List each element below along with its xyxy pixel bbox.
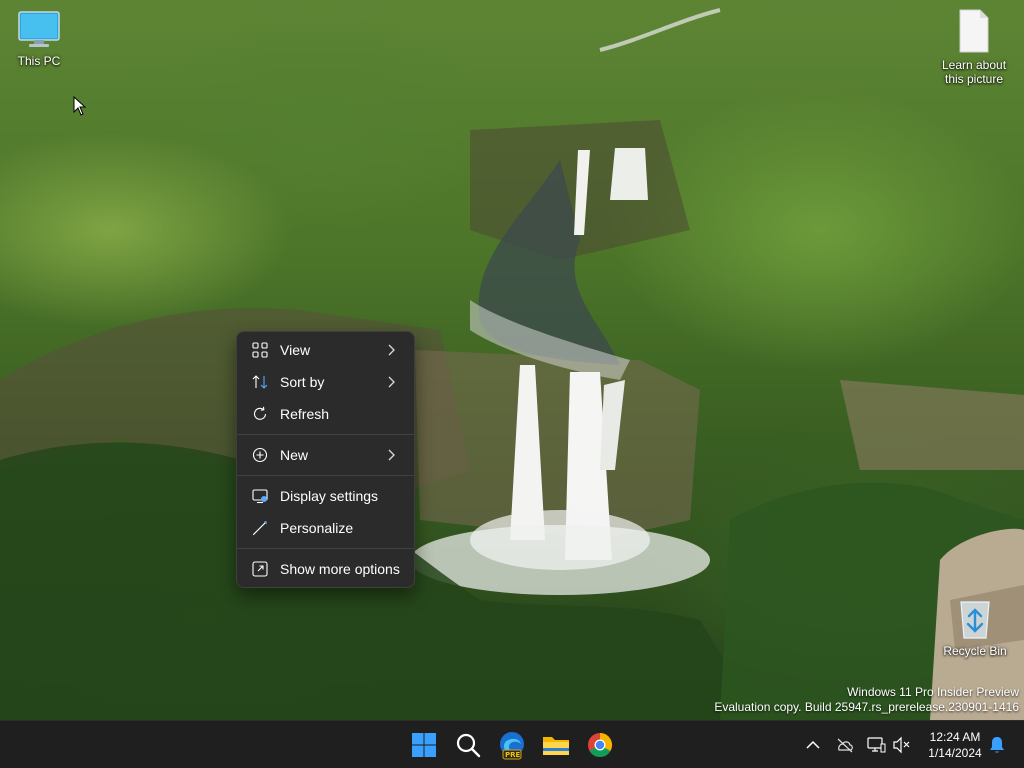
refresh-icon: [253, 406, 267, 420]
taskbar: PRE 12:24 AM 1/14/2024: [0, 720, 1024, 768]
menu-item-label: Sort by: [280, 374, 325, 390]
desktop-icon-label: Recycle Bin: [943, 644, 1007, 658]
menu-item-label: Display settings: [280, 488, 379, 504]
search-icon: [456, 733, 481, 758]
desktop-icon-recycle-bin[interactable]: Recycle Bin: [937, 598, 1013, 658]
sort-icon: [252, 375, 268, 389]
watermark-line-edition: Windows 11 Pro Insider Preview: [847, 685, 1019, 699]
notification-bell-icon[interactable]: [987, 735, 1007, 755]
edge-preview-badge: PRE: [505, 751, 521, 759]
chevron-up-icon[interactable]: [803, 735, 823, 755]
menu-item-show-more-options[interactable]: Show more options: [241, 554, 410, 584]
start-button[interactable]: [407, 728, 441, 762]
chevron-right-icon: [388, 344, 395, 356]
menu-item-personalize[interactable]: Personalize: [241, 513, 410, 543]
desktop-icon-this-pc[interactable]: This PC: [1, 10, 77, 68]
menu-item-display-settings[interactable]: Display settings: [241, 481, 410, 511]
open-external-icon: [252, 561, 268, 577]
monitor-icon: [18, 11, 60, 47]
menu-item-label: Personalize: [280, 520, 354, 536]
build-watermark: Windows 11 Pro Insider Preview Evaluatio…: [714, 685, 1019, 715]
taskbar-app-chrome[interactable]: [583, 728, 617, 762]
onedrive-offline-icon[interactable]: [835, 735, 855, 755]
menu-separator: [237, 475, 414, 476]
chrome-icon: [588, 733, 613, 758]
menu-item-refresh[interactable]: Refresh: [241, 399, 410, 429]
mouse-cursor-icon: [73, 96, 87, 116]
desktop-context-menu: View Sort by Refresh New Display setting…: [236, 331, 415, 588]
wallpaper-scene: [0, 8, 1024, 720]
watermark-line-build: Evaluation copy. Build 25947.rs_prerelea…: [714, 700, 1019, 714]
menu-separator: [237, 434, 414, 435]
menu-item-sort-by[interactable]: Sort by: [241, 367, 410, 397]
menu-item-label: New: [280, 447, 309, 463]
desktop-icon-label: This PC: [17, 54, 61, 68]
desktop-wallpaper[interactable]: [0, 0, 1024, 720]
desktop-icon-label: Learn about this picture: [941, 58, 1007, 86]
brush-icon: [252, 520, 268, 536]
network-icon[interactable]: [866, 735, 886, 755]
menu-item-label: Refresh: [280, 406, 330, 422]
chevron-right-icon: [388, 376, 395, 388]
document-icon: [959, 9, 989, 53]
volume-muted-icon[interactable]: [892, 735, 912, 755]
plus-circle-icon: [252, 447, 268, 463]
taskbar-app-edge-preview[interactable]: PRE: [495, 728, 529, 762]
menu-item-label: Show more options: [280, 561, 400, 577]
search-button[interactable]: [451, 728, 485, 762]
menu-item-view[interactable]: View: [241, 335, 410, 365]
menu-item-new[interactable]: New: [241, 440, 410, 470]
clock-date: 1/14/2024: [928, 746, 982, 760]
taskbar-app-file-explorer[interactable]: [539, 728, 573, 762]
grid-icon: [252, 342, 268, 358]
desktop-icon-learn-about-picture[interactable]: Learn about this picture: [936, 8, 1012, 86]
display-icon: [252, 489, 268, 504]
clock-time: 12:24 AM: [929, 730, 981, 744]
taskbar-clock[interactable]: 12:24 AM 1/14/2024: [920, 729, 990, 761]
recycle-bin-icon: [960, 601, 990, 639]
menu-separator: [237, 548, 414, 549]
folder-icon: [543, 737, 569, 755]
menu-item-label: View: [280, 342, 311, 358]
windows-logo-icon: [412, 733, 436, 757]
chevron-right-icon: [388, 449, 395, 461]
